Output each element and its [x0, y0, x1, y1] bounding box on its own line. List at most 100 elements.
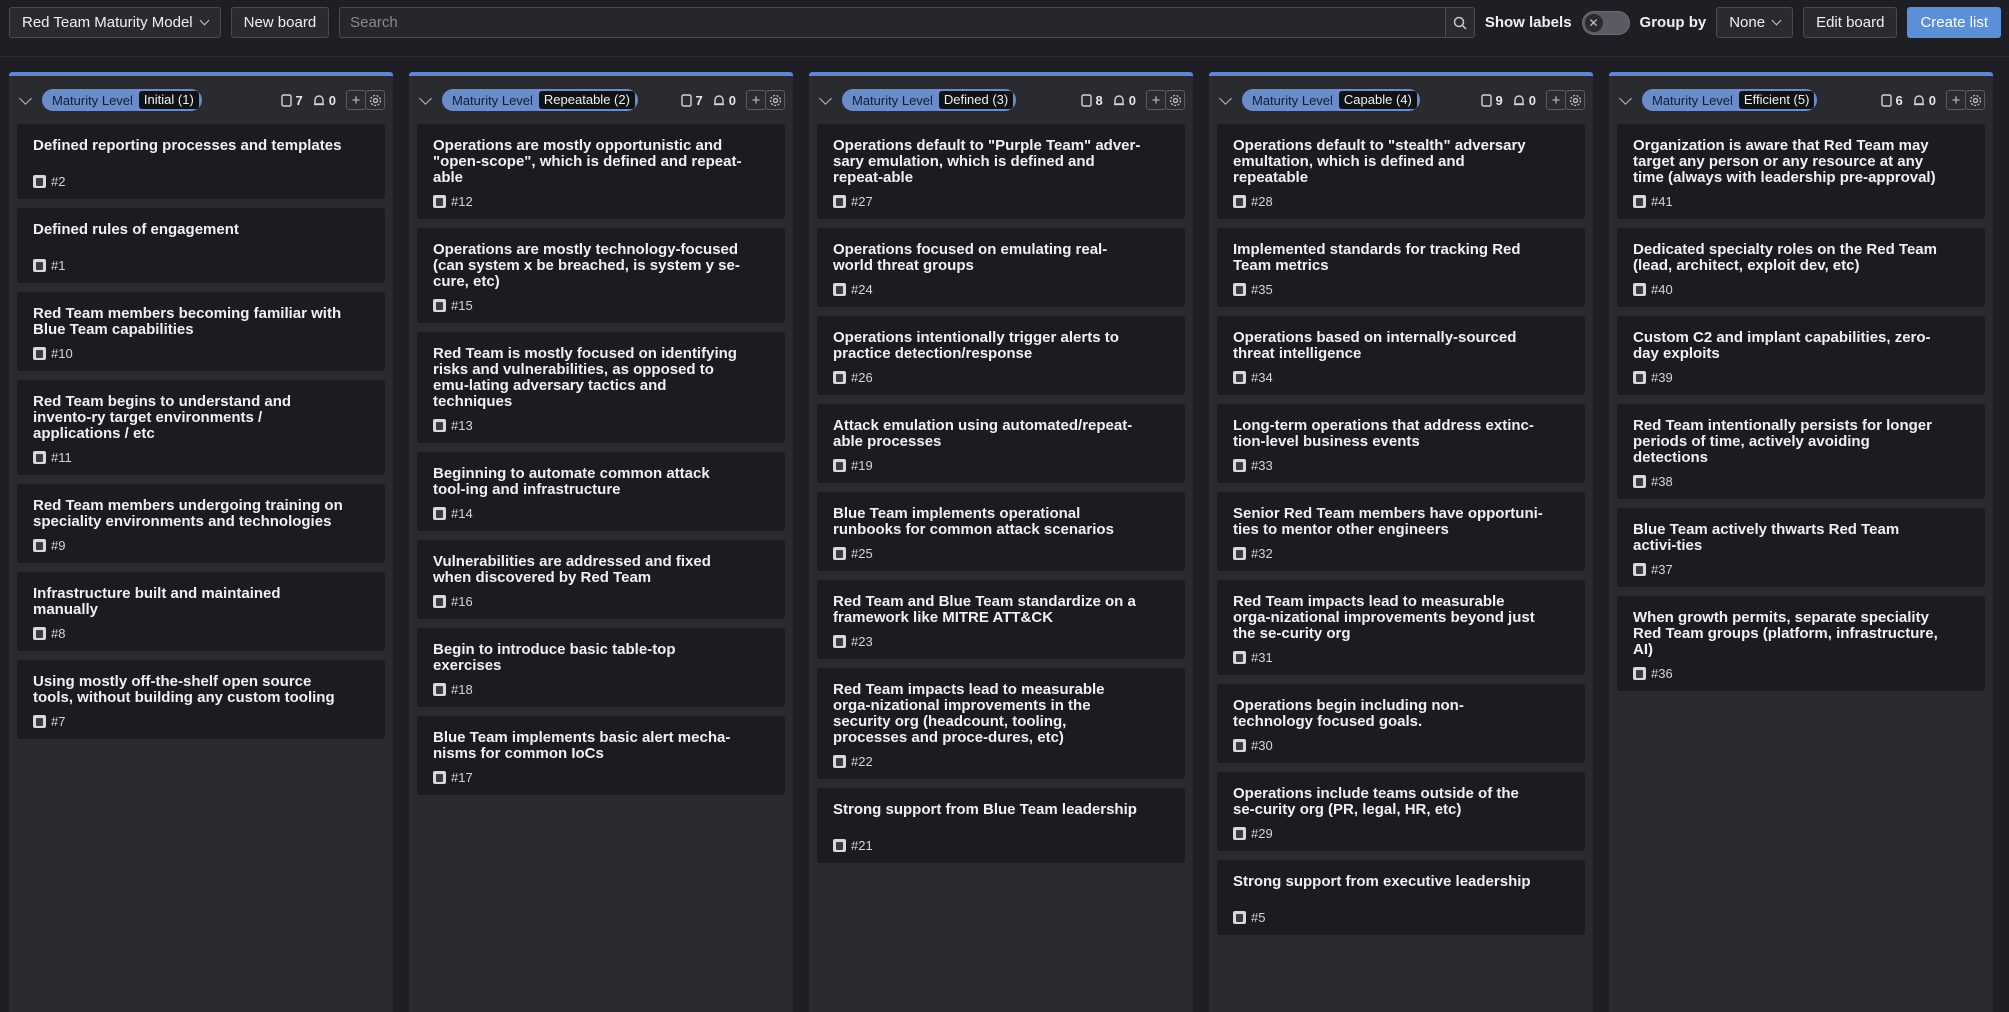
story-card[interactable]: Using mostly off-the-shelf open source t… [17, 660, 385, 739]
card-footer: #32 [1233, 546, 1569, 561]
show-labels-toggle[interactable]: ✕ [1581, 10, 1630, 35]
story-type-icon [1233, 651, 1246, 664]
search-input[interactable] [339, 7, 1445, 38]
story-card[interactable]: Long-term operations that address extinc… [1217, 404, 1585, 483]
points-count: 0 [313, 93, 336, 108]
column-label-key: Maturity Level [52, 92, 133, 108]
card-title: Long-term operations that address extinc… [1233, 417, 1534, 450]
chevron-down-icon[interactable] [1619, 91, 1632, 105]
card-footer: #16 [433, 594, 769, 609]
edit-board-button[interactable]: Edit board [1803, 7, 1898, 38]
chevron-down-icon[interactable] [1219, 91, 1232, 105]
story-card[interactable]: Red Team is mostly focused on identifyin… [417, 332, 785, 443]
board-column: Maturity Level Capable (4) 9 0 + Operati… [1209, 72, 1593, 1012]
column-label-value: Initial (1) [138, 91, 199, 109]
add-card-icon[interactable]: + [746, 90, 766, 110]
story-card[interactable]: Senior Red Team members have opportuni-t… [1217, 492, 1585, 571]
card-footer: #14 [433, 506, 769, 521]
story-card[interactable]: Blue Team actively thwarts Red Team acti… [1617, 508, 1985, 587]
chevron-down-icon[interactable] [419, 91, 432, 105]
card-footer: #13 [433, 418, 769, 433]
card-footer: #15 [433, 298, 769, 313]
story-card[interactable]: Blue Team implements basic alert mecha-n… [417, 716, 785, 795]
gear-icon[interactable] [365, 90, 385, 110]
story-card[interactable]: Red Team intentionally persists for long… [1617, 404, 1985, 499]
story-type-icon [33, 539, 46, 552]
card-title: Operations include teams outside of the … [1233, 785, 1519, 818]
story-card[interactable]: Operations focused on emulating real-wor… [817, 228, 1185, 307]
gear-icon[interactable] [1165, 90, 1185, 110]
story-card[interactable]: Defined rules of engagement #1 [17, 208, 385, 283]
board-column: Maturity Level Defined (3) 8 0 + Operati… [809, 72, 1193, 1012]
story-type-icon [833, 547, 846, 560]
story-card[interactable]: Red Team and Blue Team standardize on a … [817, 580, 1185, 659]
board-column: Maturity Level Efficient (5) 6 0 + Organ… [1609, 72, 1993, 1012]
chevron-down-icon[interactable] [819, 91, 832, 105]
column-label-key: Maturity Level [1252, 92, 1333, 108]
search-button[interactable] [1444, 7, 1475, 38]
story-type-icon [33, 259, 46, 272]
chevron-down-icon[interactable] [19, 91, 32, 105]
story-card[interactable]: When growth permits, separate speciality… [1617, 596, 1985, 691]
story-type-icon [433, 683, 446, 696]
story-card[interactable]: Blue Team implements operational runbook… [817, 492, 1185, 571]
story-type-icon [1233, 547, 1246, 560]
story-type-icon [833, 755, 846, 768]
gear-icon[interactable] [765, 90, 785, 110]
story-card[interactable]: Strong support from Blue Team leadership… [817, 788, 1185, 863]
story-card[interactable]: Operations include teams outside of the … [1217, 772, 1585, 851]
add-card-icon[interactable]: + [1146, 90, 1166, 110]
story-card[interactable]: Defined reporting processes and template… [17, 124, 385, 199]
story-count-value: 9 [1495, 92, 1503, 108]
add-card-icon[interactable]: + [346, 90, 366, 110]
add-card-icon[interactable]: + [1946, 90, 1966, 110]
story-card[interactable]: Red Team members undergoing training on … [17, 484, 385, 563]
story-card[interactable]: Red Team begins to understand and invent… [17, 380, 385, 475]
story-card[interactable]: Operations intentionally trigger alerts … [817, 316, 1185, 395]
card-title: Operations intentionally trigger alerts … [833, 329, 1119, 362]
story-card[interactable]: Custom C2 and implant capabilities, zero… [1617, 316, 1985, 395]
card-footer: #35 [1233, 282, 1569, 297]
story-card[interactable]: Organization is aware that Red Team may … [1617, 124, 1985, 219]
card-footer: #25 [833, 546, 1169, 561]
gear-icon[interactable] [1565, 90, 1585, 110]
story-card[interactable]: Red Team members becoming familiar with … [17, 292, 385, 371]
card-id: #11 [51, 450, 72, 465]
gear-icon[interactable] [1965, 90, 1985, 110]
card-title: Operations focused on emulating real-wor… [833, 241, 1108, 274]
story-type-icon [1633, 283, 1646, 296]
card-id: #2 [51, 174, 66, 189]
add-card-icon[interactable]: + [1546, 90, 1566, 110]
card-title: Begin to introduce basic table-top exerc… [433, 641, 676, 674]
card-title: Operations are mostly opportunistic and … [433, 137, 742, 186]
story-card[interactable]: Red Team impacts lead to measurable orga… [1217, 580, 1585, 675]
card-footer: #8 [33, 626, 369, 641]
story-card[interactable]: Red Team impacts lead to measurable orga… [817, 668, 1185, 779]
story-card[interactable]: Beginning to automate common attack tool… [417, 452, 785, 531]
story-card[interactable]: Operations default to "stealth" adversar… [1217, 124, 1585, 219]
search-icon [1453, 16, 1467, 30]
story-card[interactable]: Vulnerabilities are addressed and fixed … [417, 540, 785, 619]
card-title: Operations default to "Purple Team" adve… [833, 137, 1141, 186]
group-by-select[interactable]: None [1716, 7, 1794, 38]
board-column: Maturity Level Initial (1) 7 0 + Defined… [9, 72, 393, 1012]
story-card[interactable]: Infrastructure built and maintained manu… [17, 572, 385, 651]
story-card[interactable]: Operations are mostly technology-focused… [417, 228, 785, 323]
story-card[interactable]: Implemented standards for tracking Red T… [1217, 228, 1585, 307]
story-card[interactable]: Operations begin including non-technolog… [1217, 684, 1585, 763]
new-board-button[interactable]: New board [230, 7, 330, 38]
card-footer: #23 [833, 634, 1169, 649]
story-count-value: 8 [1095, 92, 1103, 108]
card-list: Operations default to "stealth" adversar… [1209, 124, 1593, 935]
create-list-button[interactable]: Create list [1907, 7, 2001, 38]
story-card[interactable]: Operations are mostly opportunistic and … [417, 124, 785, 219]
story-card[interactable]: Dedicated specialty roles on the Red Tea… [1617, 228, 1985, 307]
story-card[interactable]: Strong support from executive leadership… [1217, 860, 1585, 935]
story-card[interactable]: Operations based on internally-sourced t… [1217, 316, 1585, 395]
board-select[interactable]: Red Team Maturity Model [9, 7, 221, 38]
card-title: Implemented standards for tracking Red T… [1233, 241, 1521, 274]
story-card[interactable]: Attack emulation using automated/repeat-… [817, 404, 1185, 483]
card-footer: #5 [1233, 910, 1569, 925]
story-card[interactable]: Begin to introduce basic table-top exerc… [417, 628, 785, 707]
story-card[interactable]: Operations default to "Purple Team" adve… [817, 124, 1185, 219]
